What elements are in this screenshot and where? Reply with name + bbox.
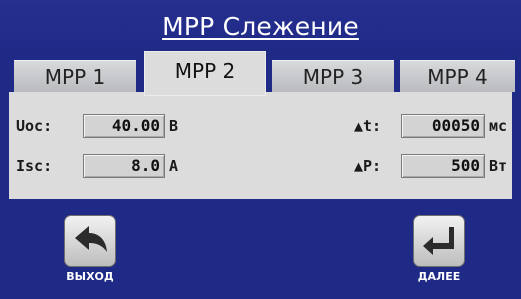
next-button[interactable]	[413, 215, 465, 267]
exit-button-label: ВЫХОД	[66, 270, 114, 283]
enter-arrow-icon	[423, 227, 454, 255]
tab-mpp-2[interactable]: MPP 2	[144, 51, 266, 96]
tab-mpp-4[interactable]: MPP 4	[400, 60, 515, 92]
delta-p-label: ▲P:	[354, 157, 382, 175]
delta-t-label: ▲t:	[354, 117, 382, 135]
delta-t-unit: мс	[489, 117, 508, 135]
settings-panel: Uoc: 40.00 В Isc: 8.0 А ▲t: 00050 мс ▲P:…	[9, 92, 512, 199]
exit-button[interactable]	[64, 215, 116, 267]
delta-t-field[interactable]: 00050	[401, 114, 485, 138]
delta-p-unit: Вт	[489, 157, 508, 175]
delta-p-field[interactable]: 500	[401, 154, 485, 178]
tab-mpp-1[interactable]: MPP 1	[14, 60, 136, 92]
isc-label: Isc:	[16, 157, 53, 175]
uoc-field[interactable]: 40.00	[83, 114, 165, 138]
isc-unit: А	[169, 157, 179, 175]
page-title: MPP Слежение	[162, 12, 359, 41]
back-arrow-icon	[75, 226, 107, 252]
tab-mpp-3[interactable]: MPP 3	[272, 60, 394, 92]
isc-field[interactable]: 8.0	[83, 154, 165, 178]
uoc-label: Uoc:	[16, 117, 53, 135]
next-button-label: ДАЛЕЕ	[417, 270, 461, 283]
header-bar: MPP Слежение	[0, 0, 521, 52]
uoc-unit: В	[169, 117, 179, 135]
